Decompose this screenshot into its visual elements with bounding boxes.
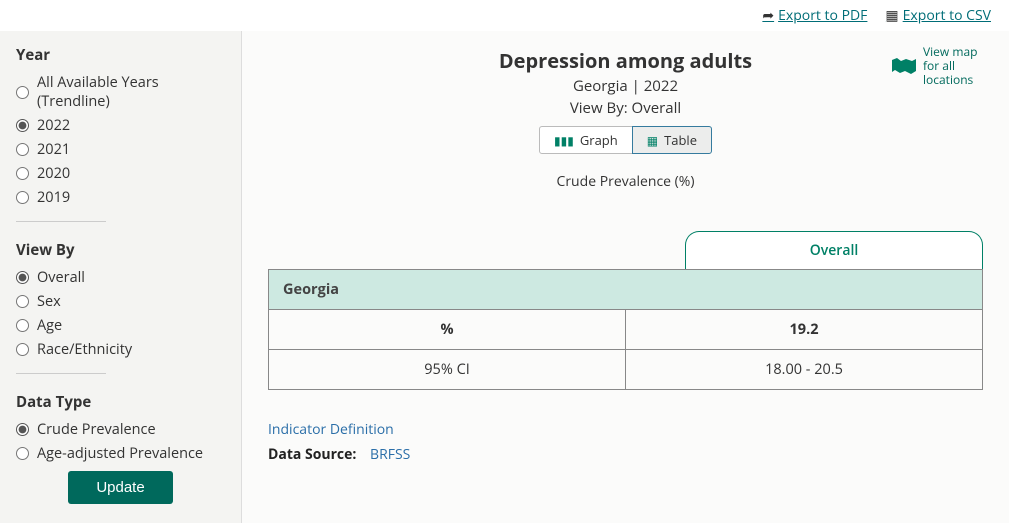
year-label-all[interactable]: All Available Years (Trendline) xyxy=(37,73,225,111)
table-region-row: Georgia xyxy=(269,270,983,310)
year-radio-2021[interactable] xyxy=(16,143,29,156)
viewby-radio-overall[interactable] xyxy=(16,271,29,284)
divider xyxy=(16,373,106,374)
row-label: % xyxy=(269,310,626,350)
spreadsheet-icon: ▦ xyxy=(885,7,898,23)
metric-label: Crude Prevalence (%) xyxy=(268,172,983,191)
year-label-2022[interactable]: 2022 xyxy=(37,116,70,135)
table-icon: ▦ xyxy=(647,132,658,149)
export-csv-link[interactable]: ▦ Export to CSV xyxy=(885,6,991,25)
table-row: 95% CI 18.00 - 20.5 xyxy=(269,350,983,390)
year-radio-all[interactable] xyxy=(16,86,29,99)
viewby-radio-sex[interactable] xyxy=(16,295,29,308)
datatype-label-ageadj[interactable]: Age-adjusted Prevalence xyxy=(37,444,203,463)
data-table: Georgia % 19.2 95% CI 18.00 - 20.5 xyxy=(268,269,983,390)
row-value: 18.00 - 20.5 xyxy=(626,350,983,390)
datatype-label-crude[interactable]: Crude Prevalence xyxy=(37,420,156,439)
filter-sidebar: Year All Available Years (Trendline) 202… xyxy=(0,31,242,523)
view-map-label: View map for all locations xyxy=(923,45,991,87)
tab-graph-label: Graph xyxy=(580,131,618,149)
view-map-link[interactable]: View map for all locations xyxy=(891,45,991,87)
data-source-link[interactable]: BRFSS xyxy=(370,445,410,464)
bar-chart-icon: ▮▮▮ xyxy=(554,132,574,149)
viewby-line: View By: Overall xyxy=(268,98,983,118)
main-panel: View map for all locations Depression am… xyxy=(242,31,1009,523)
year-radio-2019[interactable] xyxy=(16,191,29,204)
viewby-label-age[interactable]: Age xyxy=(37,316,62,335)
viewby-heading: View By xyxy=(16,240,225,260)
table-row: % 19.2 xyxy=(269,310,983,350)
viewby-label-sex[interactable]: Sex xyxy=(37,292,61,311)
row-value: 19.2 xyxy=(626,310,983,350)
datatype-radio-ageadj[interactable] xyxy=(16,447,29,460)
viewby-group: View By Overall Sex Age Race/Ethnicity xyxy=(16,240,225,374)
tab-graph[interactable]: ▮▮▮ Graph xyxy=(539,126,633,154)
year-radio-2020[interactable] xyxy=(16,167,29,180)
viewby-radio-race[interactable] xyxy=(16,343,29,356)
share-icon: ➦ xyxy=(762,6,774,25)
data-table-area: Overall Georgia % 19.2 95% CI 18.00 - 20… xyxy=(268,231,983,390)
tab-table-label: Table xyxy=(664,131,697,149)
update-button[interactable]: Update xyxy=(68,471,172,504)
export-pdf-link[interactable]: ➦Export to PDF xyxy=(762,6,867,25)
region-cell: Georgia xyxy=(269,270,983,310)
viewby-label-race[interactable]: Race/Ethnicity xyxy=(37,340,132,359)
map-icon xyxy=(891,57,917,75)
datatype-heading: Data Type xyxy=(16,392,225,412)
year-radio-2022[interactable] xyxy=(16,119,29,132)
tab-table[interactable]: ▦ Table xyxy=(632,126,712,154)
year-label-2020[interactable]: 2020 xyxy=(37,164,70,183)
datatype-radio-crude[interactable] xyxy=(16,423,29,436)
indicator-definition-link[interactable]: Indicator Definition xyxy=(268,420,394,439)
table-tab-overall[interactable]: Overall xyxy=(685,231,983,269)
data-source-label: Data Source: xyxy=(268,445,356,464)
row-label: 95% CI xyxy=(269,350,626,390)
year-label-2021[interactable]: 2021 xyxy=(37,140,70,159)
divider xyxy=(16,221,106,222)
year-label-2019[interactable]: 2019 xyxy=(37,188,70,207)
export-pdf-label: Export to PDF xyxy=(778,6,867,25)
year-group: Year All Available Years (Trendline) 202… xyxy=(16,45,225,222)
subtitle: Georgia | 2022 xyxy=(268,76,983,96)
viewby-label-overall[interactable]: Overall xyxy=(37,268,85,287)
page-title: Depression among adults xyxy=(268,47,983,74)
export-csv-label: Export to CSV xyxy=(903,6,991,25)
view-toggle: ▮▮▮ Graph ▦ Table xyxy=(268,126,983,154)
year-heading: Year xyxy=(16,45,225,65)
datatype-group: Data Type Crude Prevalence Age-adjusted … xyxy=(16,392,225,463)
viewby-radio-age[interactable] xyxy=(16,319,29,332)
